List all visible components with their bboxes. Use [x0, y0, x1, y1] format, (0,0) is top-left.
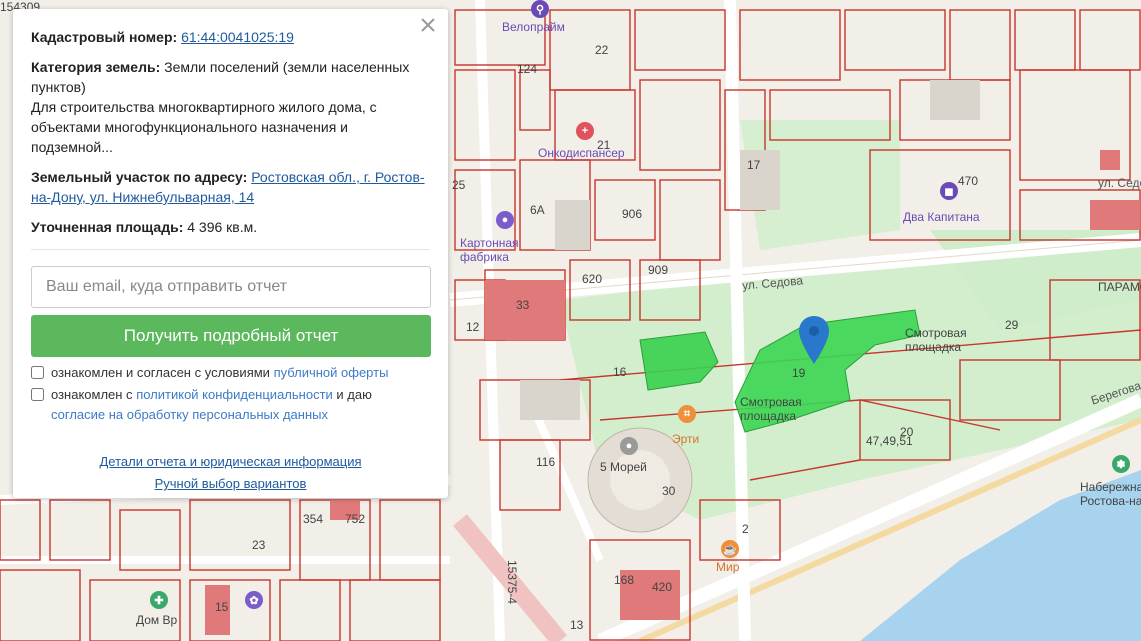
map-label-onkodispanser: Онкодиспансер — [538, 146, 625, 160]
consent-link[interactable]: согласие на обработку персональных данны… — [51, 407, 328, 422]
divider — [31, 249, 430, 250]
restaurant-icon[interactable]: ⌗ — [678, 405, 696, 423]
map-label-ul-sedova-2: ул. Седова — [1098, 176, 1141, 190]
map-label-dom-vrachey: Дом Вр — [136, 613, 178, 627]
map-label-n20: 20 — [900, 425, 914, 439]
map-label-erti: Эрти — [672, 432, 700, 446]
purpose-text: Для строительства многоквартирного жилог… — [31, 99, 377, 155]
map-label-n25: 25 — [452, 178, 466, 192]
map-label-n2: 2 — [742, 522, 749, 536]
map-label-kartonnaya: Картонная фабрика — [460, 236, 519, 264]
map-label-n22: 22 — [595, 43, 609, 57]
map-label-n33: 33 — [516, 298, 530, 312]
offer-text: ознакомлен и согласен с условиями — [51, 365, 270, 380]
map-label-n470: 470 — [958, 174, 979, 188]
medical-icon[interactable]: ✚ — [150, 591, 168, 609]
map-label-n620: 620 — [582, 272, 603, 286]
map-label-n168: 168 — [614, 573, 635, 587]
map-label-n909: 909 — [648, 263, 669, 277]
map-label-n29: 29 — [1005, 318, 1019, 332]
bike-shop-icon[interactable]: ⚲ — [531, 0, 549, 18]
map-label-smotrovaya-2: Смотровая площадка — [740, 395, 802, 423]
area-row: Уточненная площадь: 4 396 кв.м. — [31, 217, 430, 237]
map-label-n906: 906 — [622, 207, 643, 221]
privacy-checkbox[interactable] — [31, 388, 44, 401]
shopping-icon[interactable]: ● — [620, 437, 638, 455]
offer-checkbox[interactable] — [31, 366, 44, 379]
address-row: Земельный участок по адресу: Ростовская … — [31, 167, 430, 207]
get-report-button[interactable]: Получить подробный отчет — [31, 315, 431, 357]
map-label-n19: 19 — [792, 366, 806, 380]
map-label-n116: 116 — [536, 455, 556, 469]
map-label-paramon: ПАРАМО СКЛ — [1098, 280, 1141, 294]
map-label-n17: 17 — [747, 158, 761, 172]
map-label-smotrovaya-1: Смотровая площадка — [905, 326, 967, 354]
map-label-n752: 752 — [345, 512, 366, 526]
building-icon[interactable]: ◼ — [940, 182, 958, 200]
offer-link[interactable]: публичной оферты — [274, 365, 389, 380]
poi-icon[interactable]: ✿ — [245, 591, 263, 609]
area-value: 4 396 кв.м. — [187, 219, 258, 235]
category-row: Категория земель: Земли поселений (земли… — [31, 57, 430, 157]
map-label-n15: 15 — [215, 600, 229, 614]
manual-select-link[interactable]: Ручной выбор вариантов — [155, 476, 307, 491]
cafe-icon[interactable]: ☕ — [721, 540, 739, 558]
map-label-n16: 16 — [613, 365, 627, 379]
map-label-dva-kapitana: Два Капитана — [903, 210, 980, 224]
map-label-n23: 23 — [252, 538, 266, 552]
details-link[interactable]: Детали отчета и юридическая информация — [99, 454, 361, 469]
factory-icon[interactable]: ● — [496, 211, 514, 229]
map-label-n6a: 6А — [530, 203, 545, 217]
cadastral-label: Кадастровый номер: — [31, 29, 178, 45]
privacy-checkbox-row[interactable]: ознакомлен с политикой конфиденциальност… — [31, 385, 430, 425]
email-input[interactable] — [31, 266, 431, 308]
area-label: Уточненная площадь: — [31, 219, 184, 235]
privacy-text: ознакомлен с — [51, 387, 133, 402]
map-label-velopraim: Велопрайм — [502, 20, 565, 34]
parcel-info-panel: Кадастровый номер: 61:44:0041025:19 Кате… — [13, 9, 448, 498]
offer-checkbox-row[interactable]: ознакомлен и согласен с условиями публич… — [31, 363, 430, 383]
hospital-icon[interactable]: + — [576, 122, 594, 140]
map-label-n13: 13 — [570, 618, 584, 632]
privacy-link[interactable]: политикой конфиденциальности — [136, 387, 333, 402]
cadastral-number-link[interactable]: 61:44:0041025:19 — [181, 29, 294, 45]
map-label-5-morey: 5 Морей — [600, 460, 647, 474]
map-label-n1537: 15375-4 — [505, 559, 520, 605]
footer-links: Детали отчета и юридическая информация Р… — [31, 451, 430, 495]
embankment-icon[interactable]: ✽ — [1112, 455, 1130, 473]
location-pin-icon[interactable] — [799, 316, 829, 364]
map-label-n21: 21 — [597, 138, 611, 152]
cadastral-row: Кадастровый номер: 61:44:0041025:19 — [31, 27, 430, 47]
map-label-n354: 354 — [303, 512, 324, 526]
privacy-tail: и даю — [336, 387, 372, 402]
address-label: Земельный участок по адресу: — [31, 169, 248, 185]
map-label-naberezhnaya: Набережная Ростова-на — [1080, 480, 1141, 508]
map-label-n30: 30 — [662, 484, 676, 498]
close-icon[interactable] — [418, 15, 438, 35]
map-label-n420: 420 — [652, 580, 673, 594]
category-label: Категория земель: — [31, 59, 161, 75]
map-label-mir: Мир — [716, 560, 740, 574]
map-label-n12: 12 — [466, 320, 480, 334]
map-label-n124: 124 — [517, 62, 538, 76]
